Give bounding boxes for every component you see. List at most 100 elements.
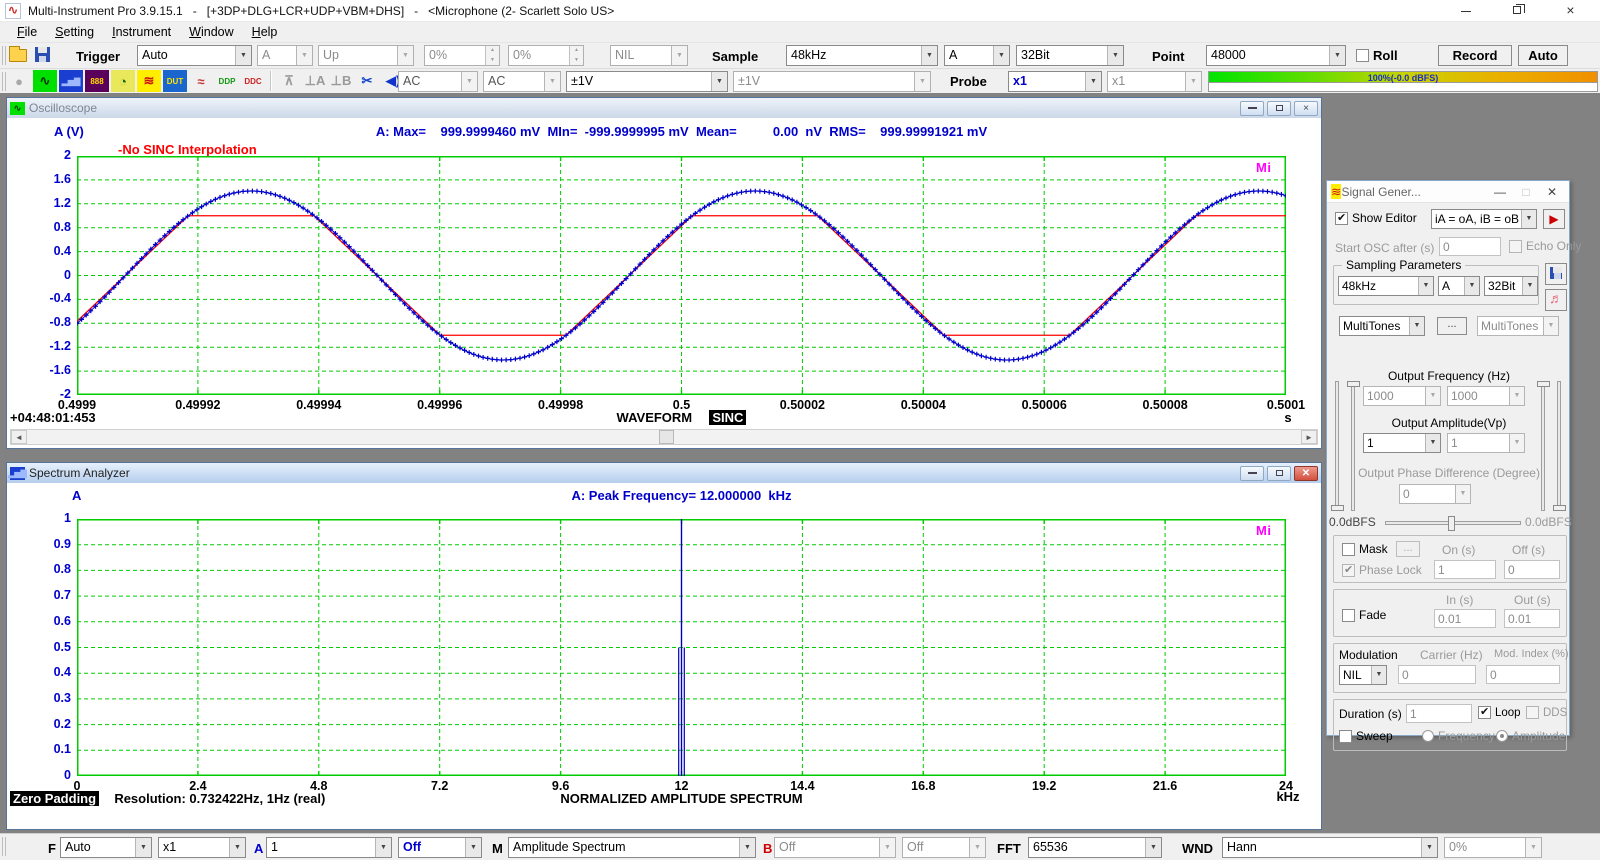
amp-slider-b-outer[interactable] <box>1557 381 1561 511</box>
slider-handle[interactable] <box>1331 505 1344 511</box>
window-close-button[interactable]: ✕ <box>1294 466 1318 481</box>
mask-on-input[interactable]: 1 <box>1434 560 1496 579</box>
slider-handle[interactable] <box>1553 505 1566 511</box>
trigger-delay-spinner[interactable]: 0%▲▼ <box>508 45 584 66</box>
range-a-dropdown[interactable]: ±1V▼ <box>566 71 728 92</box>
slider-handle[interactable] <box>1347 381 1360 387</box>
waveform-more-button[interactable]: ... <box>1437 317 1467 335</box>
oscilloscope-icon[interactable]: ∿ <box>33 70 57 92</box>
waveform-a-dropdown[interactable]: MultiTones▼ <box>1339 316 1425 336</box>
show-editor-checkbox[interactable] <box>1335 212 1348 225</box>
sinc-toggle[interactable]: SINC <box>709 410 746 425</box>
ref-a-dropdown[interactable]: Off▼ <box>398 837 482 858</box>
amp-slider-a-outer[interactable] <box>1335 381 1339 511</box>
sweep-amplitude-radio[interactable] <box>1496 730 1508 742</box>
range-b-dropdown[interactable]: ±1V▼ <box>733 71 931 92</box>
routing-dropdown[interactable]: iA = oA, iB = oB▼ <box>1431 209 1537 229</box>
menu-item-help[interactable]: Help <box>243 23 287 42</box>
overlap-dropdown[interactable]: 0%▼ <box>1444 837 1542 858</box>
sampling-channel-dropdown[interactable]: A▼ <box>944 45 1010 66</box>
balance-slider[interactable] <box>1385 521 1521 525</box>
dds-checkbox[interactable] <box>1526 706 1539 719</box>
sg-save-button[interactable] <box>1545 263 1567 285</box>
freq-b-dropdown[interactable]: 1000▼ <box>1447 386 1525 406</box>
close-button[interactable]: × <box>1548 0 1593 22</box>
scrollbar-thumb[interactable] <box>659 430 674 444</box>
derived-data-points-icon[interactable]: DDP <box>215 70 239 92</box>
spinner-arrows-icon[interactable]: ▲▼ <box>485 46 499 65</box>
mask-checkbox[interactable] <box>1342 543 1355 556</box>
window-minimize-button[interactable] <box>1240 101 1264 116</box>
menu-item-instrument[interactable]: Instrument <box>103 23 180 42</box>
sweep-checkbox[interactable] <box>1339 730 1352 743</box>
phase-lock-checkbox[interactable] <box>1342 564 1355 577</box>
amp-slider-b-inner[interactable] <box>1541 381 1545 511</box>
start-osc-input[interactable]: 0 <box>1439 237 1501 256</box>
gain-b-dropdown[interactable]: Off▼ <box>774 837 896 858</box>
window-restore-button[interactable] <box>1267 466 1291 481</box>
spinner-arrows-icon[interactable]: ▲▼ <box>569 46 583 65</box>
carrier-input[interactable]: 0 <box>1398 665 1476 684</box>
mask-off-input[interactable]: 0 <box>1504 560 1560 579</box>
echo-only-checkbox[interactable] <box>1509 240 1522 253</box>
xy-plot-icon[interactable]: ◔ <box>111 70 135 92</box>
data-collector-icon[interactable]: DDC <box>241 70 265 92</box>
amp-a-dropdown[interactable]: 1▼ <box>1363 433 1441 453</box>
generator-run-button[interactable]: ▶ <box>1543 209 1565 229</box>
fft-size-dropdown[interactable]: 65536▼ <box>1028 837 1162 858</box>
multimeter-icon[interactable]: 888 <box>85 70 109 92</box>
probe-a-dropdown[interactable]: x1▼ <box>1008 71 1102 92</box>
signal-generator-titlebar[interactable]: ≋ Signal Gener... — □ ✕ <box>1327 181 1569 203</box>
trigger-edge-dropdown[interactable]: Up▼ <box>318 45 414 66</box>
record-button[interactable]: Record <box>1438 45 1512 66</box>
auto-button[interactable]: Auto <box>1518 45 1568 66</box>
probe-calibration-icon[interactable]: ✂ <box>355 70 379 92</box>
spectrum-plot[interactable] <box>77 519 1286 776</box>
coupling-a-dropdown[interactable]: AC▼ <box>398 71 478 92</box>
coupling-b-dropdown[interactable]: AC▼ <box>483 71 561 92</box>
osc-scrollbar[interactable]: ◄ ► <box>10 429 1318 445</box>
ground-a-icon[interactable]: ⊥A <box>303 70 327 92</box>
mode-dropdown[interactable]: Amplitude Spectrum▼ <box>508 837 756 858</box>
phase-dropdown[interactable]: 0▼ <box>1399 484 1471 504</box>
signal-generator-icon[interactable]: ≋ <box>137 70 161 92</box>
restore-button[interactable] <box>1494 0 1539 22</box>
modulation-dropdown[interactable]: NIL▼ <box>1339 665 1387 685</box>
sampling-bits-dropdown[interactable]: 32Bit▼ <box>1016 45 1124 66</box>
sampling-rate-dropdown[interactable]: 48kHz▼ <box>786 45 938 66</box>
device-test-plan-icon[interactable]: DUT <box>163 70 187 92</box>
window-minimize-button[interactable] <box>1240 466 1264 481</box>
amp-slider-a-inner[interactable] <box>1351 381 1355 511</box>
slider-handle[interactable] <box>1537 381 1550 387</box>
sweep-frequency-radio[interactable] <box>1422 730 1434 742</box>
roll-checkbox[interactable] <box>1356 49 1369 62</box>
window-minimize-button[interactable]: — <box>1487 185 1513 199</box>
freq-a-dropdown[interactable]: 1000▼ <box>1363 386 1441 406</box>
menu-item-file[interactable]: File <box>8 23 46 42</box>
waveform-b-dropdown[interactable]: MultiTones▼ <box>1477 316 1559 336</box>
window-close-button[interactable]: × <box>1294 101 1318 116</box>
fade-out-input[interactable]: 0.01 <box>1504 609 1560 628</box>
menu-item-setting[interactable]: Setting <box>46 23 103 42</box>
loop-checkbox[interactable] <box>1478 706 1491 719</box>
trigger-level-spinner[interactable]: 0%▲▼ <box>424 45 500 66</box>
ref-b-dropdown[interactable]: Off▼ <box>902 837 986 858</box>
window-close-button[interactable]: ✕ <box>1539 185 1565 199</box>
sg-channel-dropdown[interactable]: A▼ <box>1438 276 1480 296</box>
open-file-icon[interactable] <box>9 49 27 62</box>
window-maximize-button[interactable]: □ <box>1513 185 1539 199</box>
oscilloscope-plot[interactable] <box>77 156 1286 395</box>
record-icon[interactable]: ● <box>7 70 31 92</box>
save-file-icon[interactable] <box>35 47 50 65</box>
freq-axis-dropdown[interactable]: Auto▼ <box>60 837 152 858</box>
amp-b-dropdown[interactable]: 1▼ <box>1447 433 1525 453</box>
probe-b-dropdown[interactable]: x1▼ <box>1107 71 1202 92</box>
mod-index-input[interactable]: 0 <box>1486 665 1560 684</box>
trigger-hpf-dropdown[interactable]: NIL▼ <box>610 45 688 66</box>
scroll-right-icon[interactable]: ► <box>1301 430 1317 444</box>
fade-checkbox[interactable] <box>1342 609 1355 622</box>
gain-a-dropdown[interactable]: 1▼ <box>266 837 392 858</box>
fade-in-input[interactable]: 0.01 <box>1434 609 1496 628</box>
ground-b-icon[interactable]: ⊥B <box>329 70 353 92</box>
app-titlebar[interactable]: ∿ Multi-Instrument Pro 3.9.15.1 - [+3DP+… <box>0 0 1600 22</box>
